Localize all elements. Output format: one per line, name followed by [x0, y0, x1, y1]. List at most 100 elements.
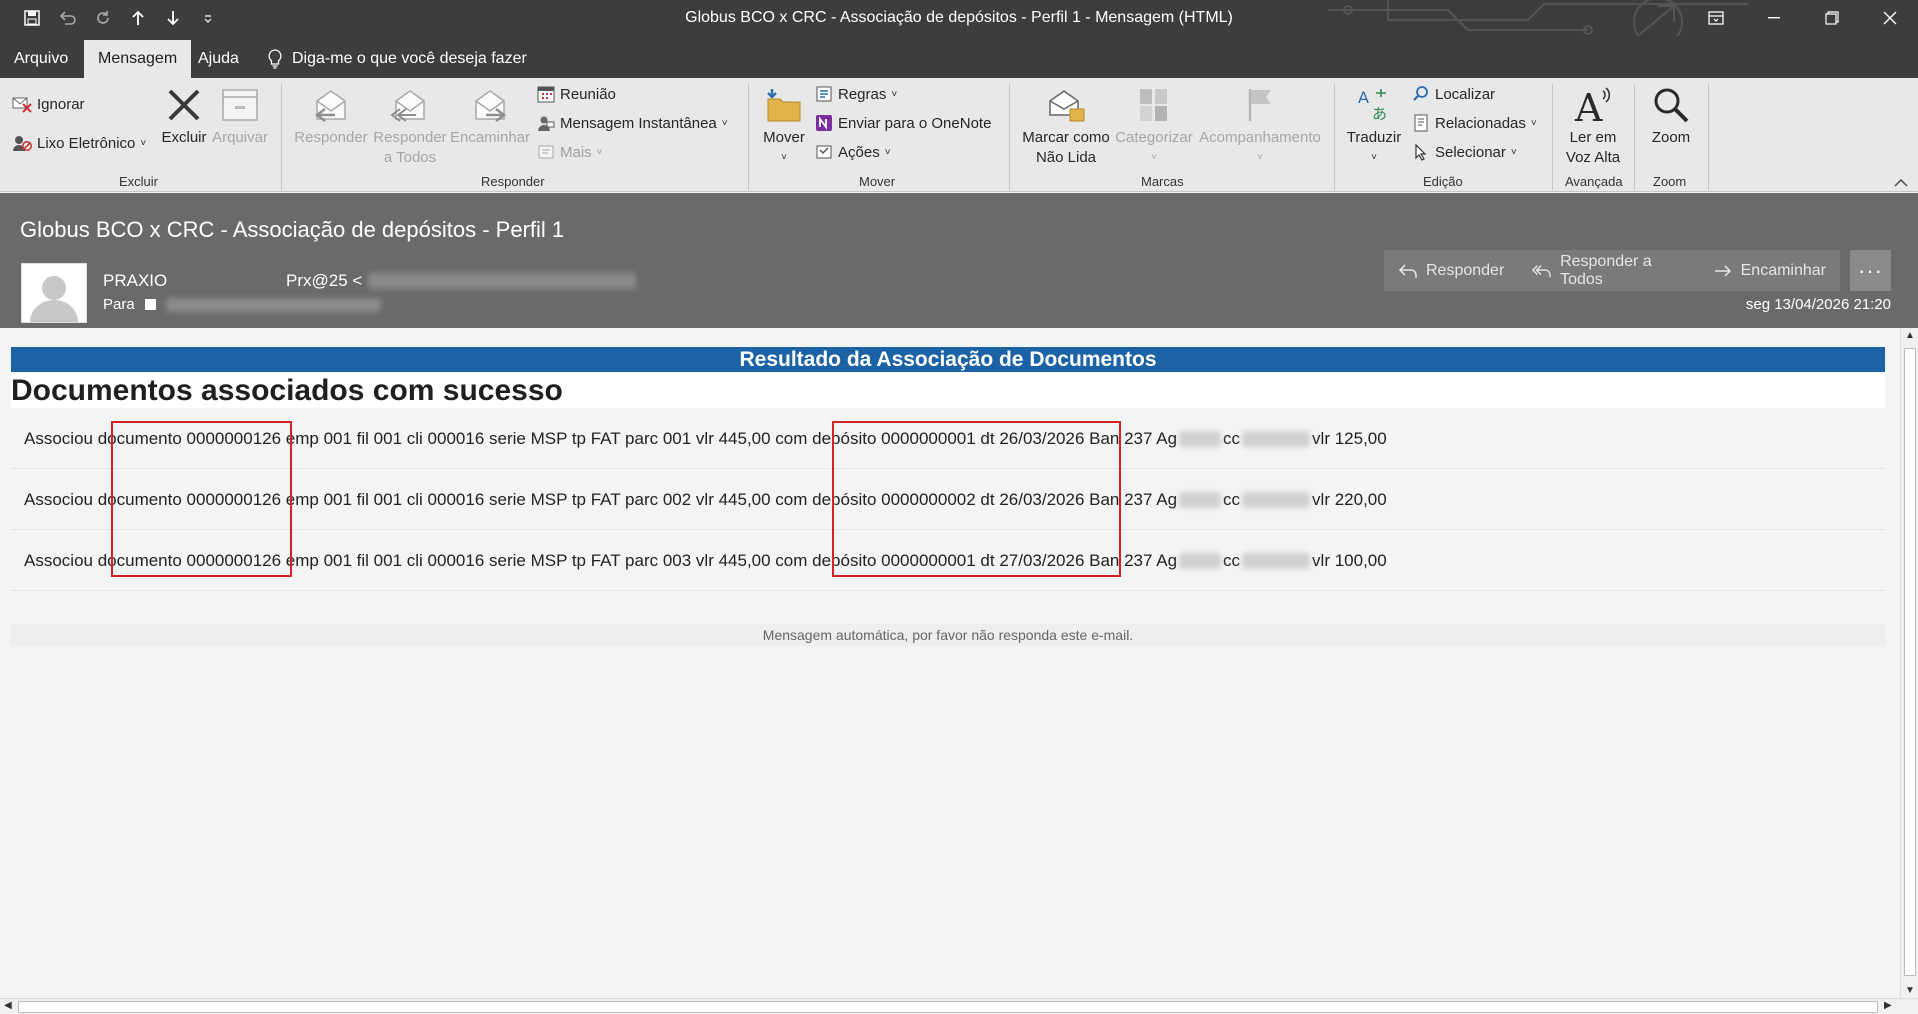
- collapse-ribbon-icon[interactable]: [1894, 176, 1908, 190]
- onenote-button[interactable]: Enviar para o OneNote: [815, 111, 991, 135]
- forward-action-button[interactable]: Encaminhar: [1699, 250, 1840, 291]
- read-aloud-button[interactable]: A Ler em Voz Alta: [1562, 82, 1624, 168]
- reply-action-button[interactable]: Responder: [1384, 250, 1518, 291]
- tab-ajuda[interactable]: Ajuda: [184, 40, 253, 78]
- customize-toolbar-icon[interactable]: [194, 6, 222, 30]
- junk-icon: [13, 136, 32, 151]
- categorize-button[interactable]: Categorizar ˅: [1112, 82, 1196, 168]
- redacted-recipient: [165, 297, 381, 312]
- rules-label: Regras: [838, 85, 887, 103]
- find-button[interactable]: Localizar: [1412, 82, 1495, 106]
- archive-icon: [222, 89, 258, 121]
- message-date: seg 13/04/2026 21:20: [1745, 296, 1891, 313]
- translate-button[interactable]: Aあ Traduzir ˅: [1342, 82, 1406, 168]
- tab-arquivo[interactable]: Arquivo: [0, 40, 82, 78]
- avatar: [21, 263, 87, 323]
- scroll-right-icon[interactable]: ▶: [1884, 1000, 1892, 1011]
- mark-unread-button[interactable]: Marcar como Não Lida: [1018, 82, 1114, 168]
- group-label-avancada: Avançada: [1565, 174, 1623, 189]
- ribbon-display-options-icon[interactable]: [1688, 0, 1744, 36]
- zoom-button[interactable]: Zoom: [1644, 82, 1698, 148]
- lightbulb-icon: [268, 49, 282, 69]
- read-aloud-label-1: Ler em: [1569, 129, 1617, 146]
- vertical-scroll-thumb[interactable]: [1904, 348, 1916, 976]
- ribbon-separator: [1552, 84, 1553, 190]
- close-icon[interactable]: [1862, 0, 1918, 36]
- reply-all-arrow-icon: [1532, 264, 1551, 277]
- minimize-icon[interactable]: [1746, 0, 1802, 36]
- meeting-button[interactable]: Reunião: [537, 82, 616, 106]
- title-bar: Globus BCO x CRC - Associação de depósit…: [0, 0, 1918, 36]
- redacted-agency: [1179, 431, 1222, 447]
- actions-button[interactable]: Ações ˅: [815, 140, 891, 164]
- save-icon[interactable]: [18, 6, 46, 30]
- delete-button[interactable]: Excluir: [160, 82, 208, 148]
- follow-up-button[interactable]: Acompanhamento ˅: [1196, 82, 1324, 168]
- previous-item-icon[interactable]: [124, 6, 152, 30]
- row-value: vlr 125,00: [1312, 429, 1387, 448]
- scroll-up-icon[interactable]: ▲: [1905, 330, 1915, 341]
- sender-address[interactable]: Prx@25 <: [286, 271, 637, 291]
- reply-all-button[interactable]: Responder a Todos: [370, 82, 450, 168]
- tab-mensagem[interactable]: Mensagem: [84, 40, 192, 78]
- group-label-marcas: Marcas: [1141, 174, 1184, 189]
- related-button[interactable]: Relacionadas ˅: [1412, 111, 1537, 135]
- ribbon-separator: [281, 84, 282, 190]
- more-options-button[interactable]: ···: [1850, 250, 1891, 291]
- recipient-checkbox[interactable]: [144, 299, 156, 310]
- row-value: vlr 220,00: [1312, 490, 1387, 509]
- circuit-decoration: [1328, 0, 1748, 36]
- reply-action-label: Responder: [1426, 261, 1505, 279]
- restore-icon[interactable]: [1804, 0, 1860, 36]
- forward-button[interactable]: Encaminhar: [448, 82, 532, 148]
- instant-message-icon: [538, 116, 555, 131]
- calendar-icon: [537, 86, 555, 103]
- ignore-button[interactable]: Ignorar: [12, 92, 85, 116]
- mark-unread-label-1: Marcar como: [1022, 129, 1110, 146]
- group-label-responder: Responder: [481, 174, 545, 189]
- reply-button[interactable]: Responder: [290, 82, 372, 148]
- cursor-icon: [1415, 143, 1427, 161]
- reply-all-action-button[interactable]: Responder a Todos: [1518, 250, 1698, 291]
- instant-message-button[interactable]: Mensagem Instantânea ˅: [537, 111, 728, 135]
- redacted-email: [368, 273, 637, 289]
- read-aloud-icon: A: [1574, 86, 1611, 125]
- more-respond-button[interactable]: Mais ˅: [537, 140, 603, 164]
- move-button[interactable]: Mover ˅: [758, 82, 810, 168]
- reply-icon: [314, 90, 346, 122]
- tell-me-search[interactable]: Diga-me o que você deseja fazer: [268, 40, 527, 78]
- rules-button[interactable]: Regras ˅: [815, 82, 897, 106]
- related-label: Relacionadas: [1435, 114, 1526, 132]
- archive-label: Arquivar: [212, 129, 268, 146]
- delete-label: Excluir: [161, 129, 207, 146]
- svg-text:A: A: [1574, 86, 1603, 125]
- next-item-icon[interactable]: [159, 6, 187, 30]
- row-cc: cc: [1223, 429, 1241, 448]
- group-label-zoom: Zoom: [1653, 174, 1687, 189]
- move-folder-icon: [767, 89, 801, 122]
- scroll-down-icon[interactable]: ▼: [1905, 985, 1915, 996]
- delete-x-icon: [168, 89, 200, 121]
- onenote-icon: [816, 115, 832, 131]
- redacted-account: [1242, 553, 1311, 569]
- junk-label: Lixo Eletrônico: [37, 134, 136, 152]
- redacted-account: [1242, 492, 1311, 508]
- sender-name[interactable]: PRAXIO: [103, 271, 167, 291]
- junk-email-button[interactable]: Lixo Eletrônico ˅: [12, 131, 146, 155]
- mark-unread-label-2: Não Lida: [1035, 149, 1097, 166]
- flag-icon: [1248, 89, 1271, 121]
- row-cc: cc: [1223, 490, 1241, 509]
- vertical-scrollbar[interactable]: ▲ ▼: [1900, 328, 1918, 998]
- archive-button[interactable]: Arquivar: [210, 82, 270, 148]
- select-button[interactable]: Selecionar ˅: [1412, 140, 1517, 164]
- rules-icon: [816, 86, 832, 102]
- scroll-left-icon[interactable]: ◀: [4, 1000, 12, 1011]
- redo-icon[interactable]: [89, 6, 117, 30]
- translate-label: Traduzir: [1346, 129, 1402, 146]
- message-actions: Responder Responder a Todos Encaminhar: [1384, 250, 1840, 291]
- svg-text:あ: あ: [1372, 105, 1387, 123]
- undo-icon[interactable]: [54, 6, 82, 30]
- horizontal-scroll-thumb[interactable]: [18, 1001, 1878, 1013]
- select-label: Selecionar: [1435, 143, 1506, 161]
- horizontal-scrollbar[interactable]: ◀ ▶: [0, 998, 1918, 1014]
